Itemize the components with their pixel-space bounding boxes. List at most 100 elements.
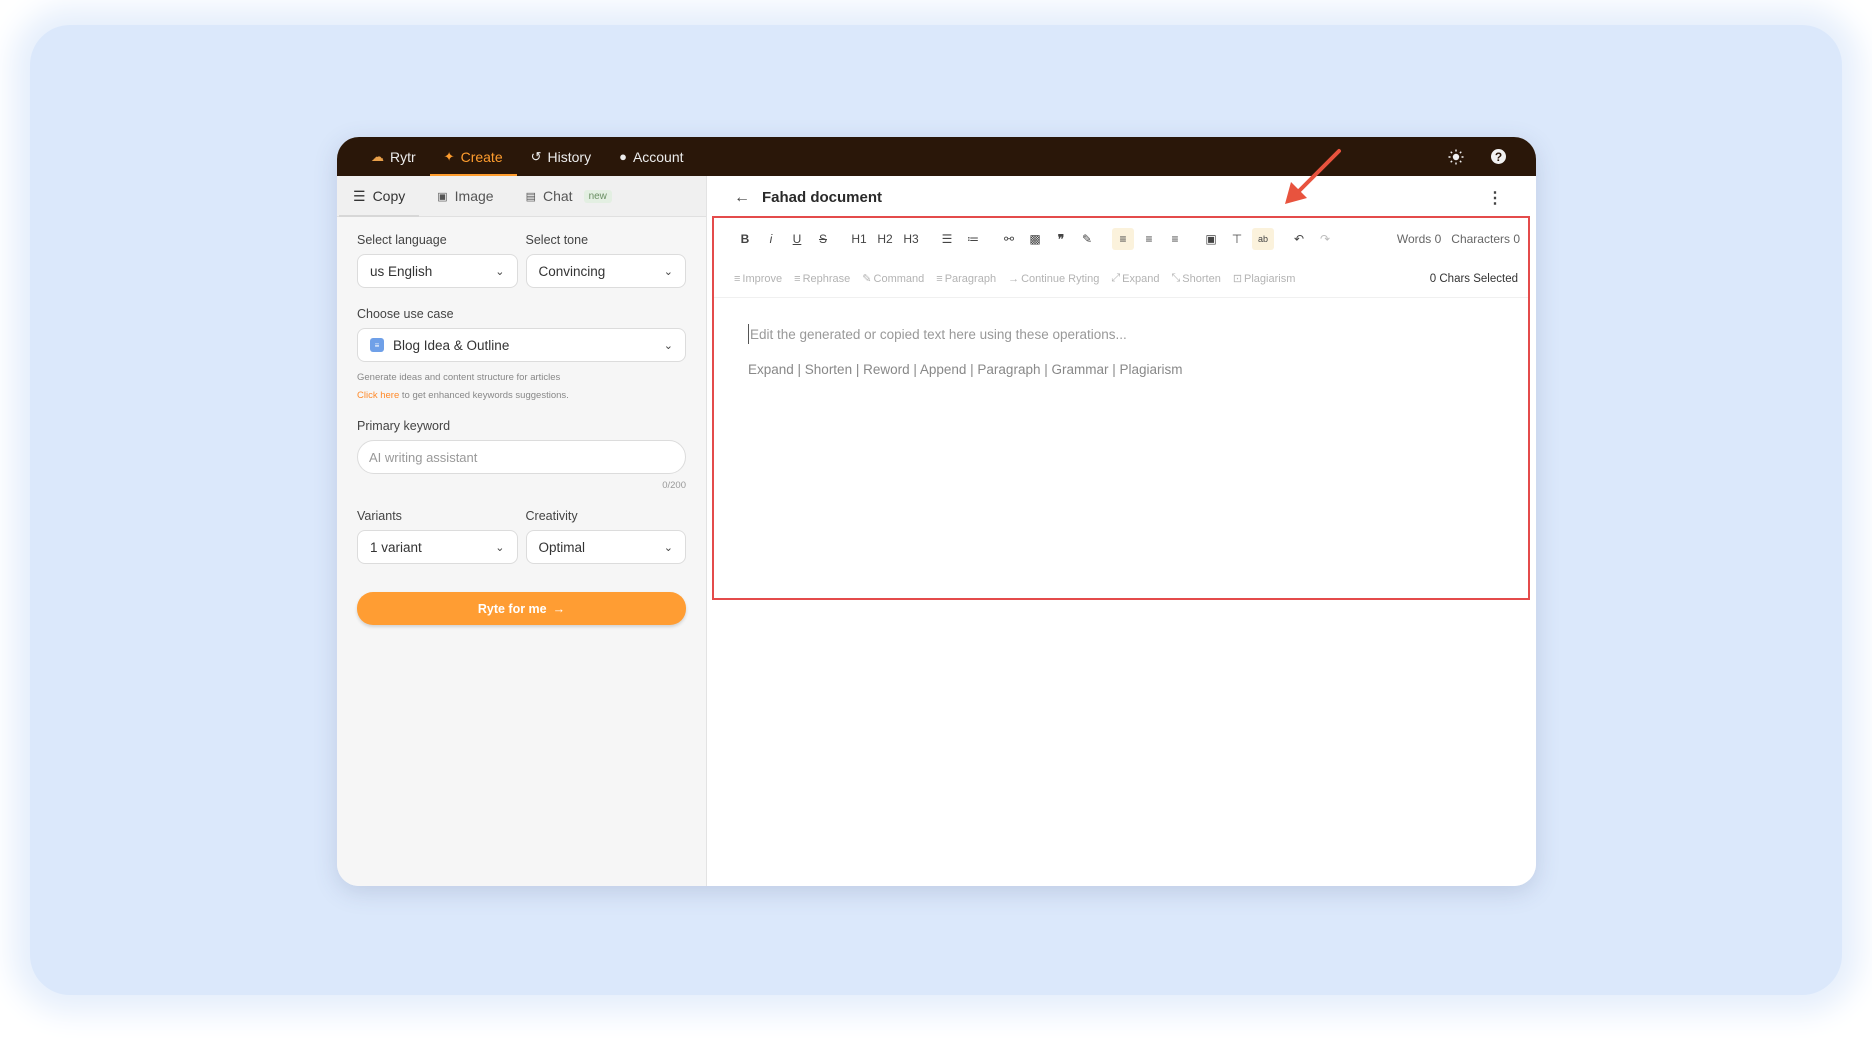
keyword-label: Primary keyword [357,419,451,433]
chevron-down-icon: ⌄ [663,265,673,278]
action-rephrase-label: Rephrase [802,272,851,285]
creativity-select[interactable]: Optimal ⌄ [525,530,686,564]
align-left-icon[interactable]: ≡ [1112,228,1134,250]
tab-chat-label: Chat [542,188,573,204]
improve-icon: ≡ [734,272,741,285]
nav-account[interactable]: ● Account [605,137,697,176]
align-right-icon[interactable]: ≡ [1164,228,1186,250]
spellcheck-icon[interactable]: ab [1252,228,1274,250]
action-continue[interactable]: → Continue Ryting [1008,273,1099,285]
editor-placeholder: Edit the generated or copied text here u… [748,324,1494,344]
document-title[interactable]: Fahad document [762,189,882,206]
tone-select[interactable]: Convincing ⌄ [525,254,686,288]
usecase-hint-text: Generate ideas and content structure for… [357,372,561,383]
expand-icon: ⤢ [1111,272,1121,284]
format-toolbar: B i U S H1 H2 H3 ☰ ≔ ⚯ ▩ ❞ ✎ ≡ ≡ ≡ ▣ ⊤ a… [714,218,1528,260]
sidebar-tabs: ☰ Copy ▣ Image ▤ Chat new [337,176,706,217]
back-arrow-icon[interactable]: ← [734,189,750,207]
theme-toggle-icon[interactable] [1447,148,1465,166]
action-improve[interactable]: ≡ Improve [734,273,782,285]
action-shorten-label: Shorten [1182,272,1221,285]
more-vertical-icon[interactable]: ⋮ [1487,188,1503,208]
bold-button[interactable]: B [734,228,756,250]
chars-selected: 0 Chars Selected [1429,272,1518,285]
shorten-icon: ⤡ [1171,272,1181,284]
action-expand[interactable]: ⤢ Expand [1111,272,1159,285]
nav-history[interactable]: ↺ History [517,137,605,176]
creativity-label: Creativity [525,509,578,523]
clear-format-icon[interactable]: ⊤ [1226,228,1248,250]
underline-button[interactable]: U [786,228,808,250]
align-center-icon[interactable]: ≡ [1138,228,1160,250]
keyword-suggestion-hint: Click here to get enhanced keywords sugg… [357,387,686,405]
keyword-counter: 0/200 [662,480,686,491]
sidebar: ☰ Copy ▣ Image ▤ Chat new Select languag… [337,176,707,886]
language-label: Select language [357,233,447,247]
image-insert-icon[interactable]: ▩ [1024,228,1046,250]
action-continue-label: Continue Ryting [1021,272,1100,285]
code-block-icon[interactable]: ▣ [1200,228,1222,250]
h3-button[interactable]: H3 [900,228,922,250]
plagiarism-icon: ⊡ [1232,273,1243,285]
annotation-arrow-icon [1285,149,1341,204]
action-command[interactable]: ✎ Command [862,272,924,286]
action-paragraph[interactable]: ≡ Paragraph [936,273,996,285]
generation-form: Select language us English ⌄ Select tone… [337,217,706,625]
keyword-placeholder: AI writing assistant [369,449,478,465]
help-icon[interactable]: ? [1491,149,1506,164]
action-rephrase[interactable]: ≡ Rephrase [794,273,850,285]
language-select[interactable]: us English ⌄ [357,254,518,288]
word-count: Words 0 [1396,232,1442,246]
action-plagiarism[interactable]: ⊡ Plagiarism [1232,272,1296,286]
variants-value: 1 variant [370,539,422,555]
logo[interactable]: ☁ Rytr [357,137,430,176]
usecase-label: Choose use case [357,307,454,321]
editor-highlight-box: B i U S H1 H2 H3 ☰ ≔ ⚯ ▩ ❞ ✎ ≡ ≡ ≡ ▣ ⊤ a… [712,216,1530,600]
sparkle-icon: ✦ [443,148,455,164]
tab-image-label: Image [454,188,494,204]
quote-icon[interactable]: ❞ [1050,228,1072,250]
link-icon[interactable]: ⚯ [998,228,1020,250]
usecase-value: Blog Idea & Outline [393,337,510,353]
usecase-hint: Generate ideas and content structure for… [357,369,686,405]
chat-icon: ▤ [525,190,536,203]
redo-icon[interactable]: ↷ [1314,228,1336,250]
undo-icon[interactable]: ↶ [1288,228,1310,250]
nav-create[interactable]: ✦ Create [429,137,517,176]
editor-panel: ← Fahad document ⋮ B i U S H1 H2 H3 ☰ ≔ … [708,176,1536,886]
editor-operations-hint: Expand | Shorten | Reword | Append | Par… [748,362,1183,377]
rytr-app-window: ☁ Rytr ✦ Create ↺ History ● Account ? ☰ … [337,137,1536,886]
variants-select[interactable]: 1 variant ⌄ [357,530,518,564]
h2-button[interactable]: H2 [874,228,896,250]
numbered-list-icon[interactable]: ≔ [962,228,984,250]
usecase-select[interactable]: ≡ Blog Idea & Outline ⌄ [357,328,686,362]
strikethrough-button[interactable]: S [812,228,834,250]
tab-copy[interactable]: ☰ Copy [338,176,420,217]
keyword-input[interactable]: AI writing assistant [357,440,686,474]
click-here-link[interactable]: Click here [357,390,399,401]
variants-label: Variants [357,509,402,523]
blog-icon: ≡ [370,338,384,352]
tab-chat[interactable]: ▤ Chat new [524,176,626,217]
action-paragraph-label: Paragraph [944,272,997,285]
image-icon: ▣ [437,190,448,203]
bullet-list-icon[interactable]: ☰ [936,228,958,250]
editor-text-area[interactable]: Edit the generated or copied text here u… [714,298,1528,403]
highlight-pen-icon[interactable]: ✎ [1076,228,1098,250]
tone-label: Select tone [525,233,589,247]
list-icon: ☰ [353,187,366,204]
tab-image[interactable]: ▣ Image [435,176,507,217]
italic-button[interactable]: i [760,228,782,250]
tone-value: Convincing [538,263,606,279]
action-improve-label: Improve [742,272,783,285]
action-shorten[interactable]: ⤡ Shorten [1171,272,1220,285]
user-icon: ● [619,149,627,164]
h1-button[interactable]: H1 [848,228,870,250]
new-badge: new [583,189,612,203]
creativity-value: Optimal [538,539,586,555]
ryte-for-me-button[interactable]: Ryte for me → [357,592,686,625]
nav-create-label: Create [460,148,503,165]
chevron-down-icon: ⌄ [663,541,673,554]
logo-label: Rytr [390,148,416,165]
history-icon: ↺ [530,148,542,164]
